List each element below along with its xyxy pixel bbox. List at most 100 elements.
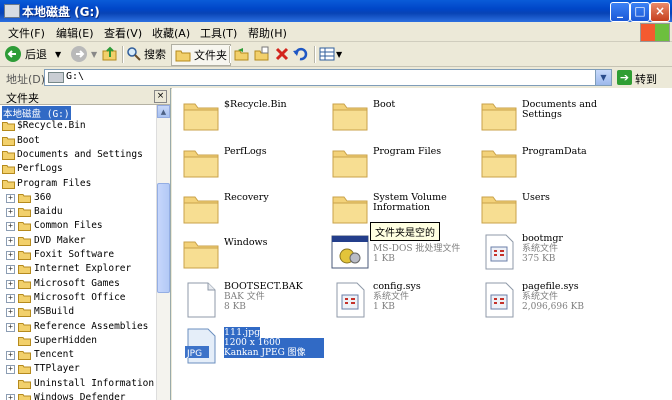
chevron-down-icon[interactable]: ▼ xyxy=(336,50,342,59)
back-label: 后退 xyxy=(25,48,47,61)
folder-icon xyxy=(2,136,15,146)
folder-item[interactable]: Users xyxy=(474,185,624,229)
tree-item-label: Baidu xyxy=(34,206,63,218)
empty-folder-tooltip: 文件夹是空的 xyxy=(370,222,440,241)
folder-icon xyxy=(481,196,517,224)
file-item[interactable]: BOOTSECT.BAK BAK 文件 8 KB xyxy=(176,278,326,322)
chevron-down-icon[interactable]: ▼ xyxy=(55,50,61,59)
delete-button[interactable] xyxy=(274,44,290,64)
folder-pane-title: 文件夹 xyxy=(6,92,39,105)
tree-item-label: Internet Explorer xyxy=(34,263,132,275)
item-text: Documents and Settings xyxy=(522,100,622,120)
menu-edit[interactable]: 编辑(E) xyxy=(56,25,94,41)
address-value: G:\ xyxy=(66,71,85,82)
back-arrow-icon xyxy=(5,46,21,62)
expand-plus-icon[interactable]: + xyxy=(6,394,15,400)
folder-icon xyxy=(18,236,31,246)
file-item[interactable]: bootmgr 系统文件 375 KB xyxy=(474,230,624,274)
folder-item[interactable]: Boot xyxy=(325,92,475,136)
close-button[interactable]: × xyxy=(650,2,670,22)
folder-icon xyxy=(18,208,31,218)
file-item[interactable]: config.sys 系统文件 1 KB xyxy=(325,278,475,322)
folder-icon xyxy=(481,103,517,131)
folder-up-icon xyxy=(102,46,117,61)
tree-item-label: Program Files xyxy=(17,177,92,189)
folder-icon xyxy=(18,222,31,232)
folder-item[interactable]: ProgramData xyxy=(474,139,624,183)
tree-item-label: 本地磁盘 (G:) xyxy=(2,106,71,120)
item-type: 系统文件 xyxy=(522,244,559,254)
folder-icon xyxy=(18,265,31,275)
minimize-button[interactable]: _ xyxy=(610,2,630,22)
item-name: Documents and Settings xyxy=(522,99,598,120)
menu-view[interactable]: 查看(V) xyxy=(104,25,142,41)
expand-plus-icon[interactable]: + xyxy=(6,265,15,275)
item-name: pagefile.sys xyxy=(522,281,579,292)
search-button[interactable]: 搜索 xyxy=(126,44,166,64)
expand-plus-icon[interactable]: + xyxy=(6,308,15,318)
menu-help[interactable]: 帮助(H) xyxy=(248,25,287,41)
menu-file[interactable]: 文件(F) xyxy=(8,25,45,41)
expand-plus-icon[interactable]: + xyxy=(6,208,15,218)
folder-item[interactable]: PerfLogs xyxy=(176,139,326,183)
expand-plus-icon[interactable]: + xyxy=(6,222,15,232)
expand-plus-icon[interactable]: + xyxy=(6,251,15,260)
item-text: Windows xyxy=(224,238,324,248)
system-file-icon xyxy=(336,282,365,318)
go-arrow-icon[interactable]: ➔ xyxy=(617,70,632,85)
undo-button[interactable] xyxy=(292,44,308,64)
expand-plus-icon[interactable]: + xyxy=(6,365,15,375)
file-item[interactable]: pagefile.sys 系统文件 2,096,696 KB xyxy=(474,278,624,322)
menu-tools[interactable]: 工具(T) xyxy=(200,25,237,41)
close-pane-icon[interactable]: × xyxy=(154,90,167,103)
search-label: 搜索 xyxy=(144,48,166,61)
folder-item[interactable]: Recovery xyxy=(176,185,326,229)
forward-button[interactable]: ▼ xyxy=(70,44,97,64)
file-view: $Recycle.Bin Boot Documents and Settings Pe… xyxy=(172,88,672,400)
folder-icon xyxy=(18,365,31,375)
blank-file-icon xyxy=(187,282,216,318)
expand-plus-icon[interactable]: + xyxy=(6,322,15,332)
file-item[interactable]: JPG 111.jpg 1200 x 1600 Kankan JPEG 图像 xyxy=(176,324,326,368)
up-button[interactable] xyxy=(101,44,119,64)
item-size: 375 KB xyxy=(522,254,556,264)
folder-icon xyxy=(183,196,219,224)
scroll-up-icon[interactable]: ▲ xyxy=(157,105,170,118)
item-size: 1 KB xyxy=(373,254,395,264)
expand-plus-icon[interactable]: + xyxy=(6,351,15,361)
move-to-button[interactable] xyxy=(234,44,250,64)
folder-icon xyxy=(2,122,15,132)
tree-item-label: PerfLogs xyxy=(17,163,63,175)
go-button[interactable]: 转到 xyxy=(635,71,657,87)
expand-plus-icon[interactable]: + xyxy=(6,293,15,303)
maximize-button[interactable]: □ xyxy=(630,2,650,22)
scroll-thumb[interactable] xyxy=(157,183,170,293)
expand-plus-icon[interactable]: + xyxy=(6,193,15,203)
address-input[interactable]: G:\ ▼ xyxy=(44,69,612,86)
forward-arrow-icon xyxy=(71,46,87,62)
folder-tree: 本地磁盘 (G:) $Recycle.Bin Boot Documents and S… xyxy=(0,105,156,400)
item-name: Windows xyxy=(224,237,268,248)
tree-item-label: SuperHidden xyxy=(34,334,97,346)
folder-item[interactable]: Program Files xyxy=(325,139,475,183)
tree-item-label: 360 xyxy=(34,191,52,203)
jpg-image-icon: JPG xyxy=(185,328,216,364)
folder-pane-scrollbar[interactable]: ▲ xyxy=(156,105,170,400)
item-name: System Volume Information xyxy=(373,192,447,213)
views-button[interactable]: ▼ xyxy=(319,44,342,64)
chevron-down-icon[interactable]: ▼ xyxy=(91,50,97,59)
folder-item[interactable]: $Recycle.Bin xyxy=(176,92,326,136)
item-name: Program Files xyxy=(373,146,442,157)
view-grid-icon xyxy=(319,47,335,61)
expand-plus-icon[interactable]: + xyxy=(6,279,15,289)
copy-to-button[interactable] xyxy=(254,44,270,64)
back-button[interactable]: 后退 ▼ xyxy=(4,44,61,64)
folder-icon xyxy=(18,322,31,332)
folder-icon xyxy=(18,351,31,361)
chevron-down-icon[interactable]: ▼ xyxy=(595,70,611,85)
folders-button[interactable]: 文件夹 xyxy=(171,44,231,66)
folder-item[interactable]: Windows xyxy=(176,230,326,274)
expand-plus-icon[interactable]: + xyxy=(6,236,15,246)
menu-favorites[interactable]: 收藏(A) xyxy=(152,25,190,41)
folder-item[interactable]: Documents and Settings xyxy=(474,92,624,136)
